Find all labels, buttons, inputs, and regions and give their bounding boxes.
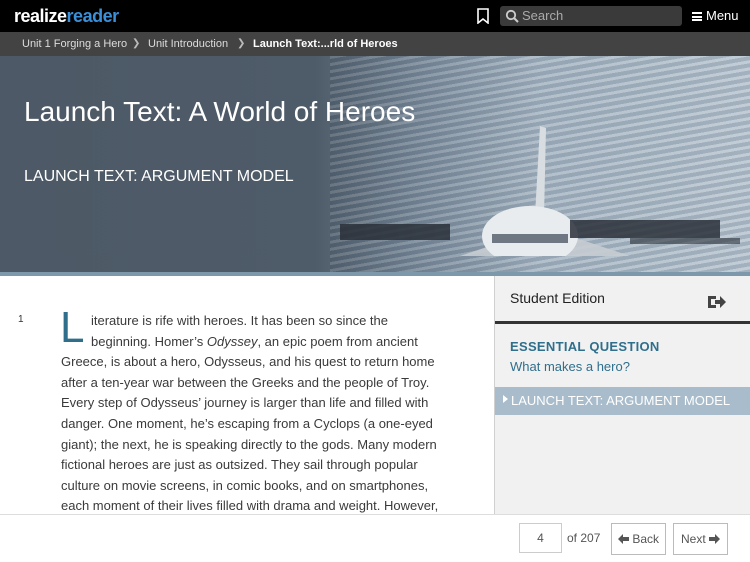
back-button[interactable]: Back (611, 523, 666, 555)
back-label: Back (632, 532, 660, 546)
panel-title: Student Edition (510, 290, 605, 306)
bookmark-icon[interactable] (476, 8, 490, 24)
text-line: culture on movie screens, in comic books… (61, 477, 429, 493)
search-icon (505, 9, 519, 23)
text-line: each moment of their lives filled with d… (61, 498, 439, 514)
text-italic: Odyssey (206, 333, 258, 349)
panel-header: Student Edition (495, 276, 750, 324)
page-subtitle: LAUNCH TEXT: ARGUMENT MODEL (24, 168, 294, 185)
text-line: fictional heroes are just as outsized. T… (61, 457, 418, 473)
logo-reader: reader (66, 6, 120, 26)
text-line: , an epic poem from ancient (257, 333, 418, 349)
paragraph-text: iterature is rife with heroes. It has be… (61, 311, 453, 514)
next-button[interactable]: Next (673, 523, 728, 555)
text-line: giant); the next, he is speaking directl… (61, 436, 437, 452)
hero-banner: Launch Text: A World of Heroes LAUNCH TE… (0, 56, 750, 272)
toc-item-label: LAUNCH TEXT: ARGUMENT MODEL (511, 393, 731, 408)
hamburger-icon (692, 12, 702, 21)
essential-question-link[interactable]: What makes a hero? (510, 359, 630, 374)
top-bar: realizereader Search Menu (0, 0, 750, 32)
text-line: beginning. Homer’s (91, 333, 207, 349)
arrow-right-icon (709, 534, 721, 544)
exit-icon[interactable] (707, 294, 727, 310)
text-line: Every step of Odysseus’ journey is large… (61, 395, 429, 411)
essential-question-label: ESSENTIAL QUESTION (510, 339, 660, 354)
arrow-left-icon (617, 534, 629, 544)
page-title: Launch Text: A World of Heroes (24, 96, 416, 127)
menu-label: Menu (706, 8, 739, 23)
breadcrumb: Unit 1 Forging a Hero ❯ Unit Introductio… (0, 32, 750, 56)
reading-pane[interactable]: 1 L iterature is rife with heroes. It ha… (0, 276, 494, 514)
text-line: after a ten-year war between the Greeks … (61, 374, 430, 390)
app-logo[interactable]: realizereader (14, 6, 119, 27)
page-total: of 207 (567, 531, 601, 545)
footer-nav: 4 of 207 Back Next (0, 514, 750, 562)
text-line: Greece, is about a hero, Odysseus, and h… (61, 354, 435, 370)
breadcrumb-item-intro[interactable]: Unit Introduction (148, 32, 228, 56)
breadcrumb-item-current: Launch Text:...rld of Heroes (253, 38, 398, 50)
text-line: iterature is rife with heroes. It has be… (91, 313, 388, 328)
search-placeholder: Search (522, 8, 564, 23)
paragraph-number: 1 (18, 314, 24, 325)
toc-item-current[interactable]: LAUNCH TEXT: ARGUMENT MODEL (495, 387, 750, 415)
text-line: danger. One moment, he’s escaping from a… (61, 415, 433, 431)
page-number-input[interactable]: 4 (519, 523, 562, 553)
next-label: Next (680, 532, 706, 546)
logo-realize: realize (14, 6, 67, 26)
side-panel: Student Edition ESSENTIAL QUESTION What … (494, 276, 750, 514)
chevron-right-icon: ❯ (132, 38, 141, 49)
hero-plane-image (340, 126, 740, 256)
search-input[interactable]: Search (500, 6, 682, 26)
chevron-right-icon: ❯ (237, 38, 246, 49)
menu-button[interactable]: Menu (692, 8, 739, 23)
breadcrumb-item-unit[interactable]: Unit 1 Forging a Hero (22, 32, 127, 56)
caret-right-icon (503, 395, 508, 403)
